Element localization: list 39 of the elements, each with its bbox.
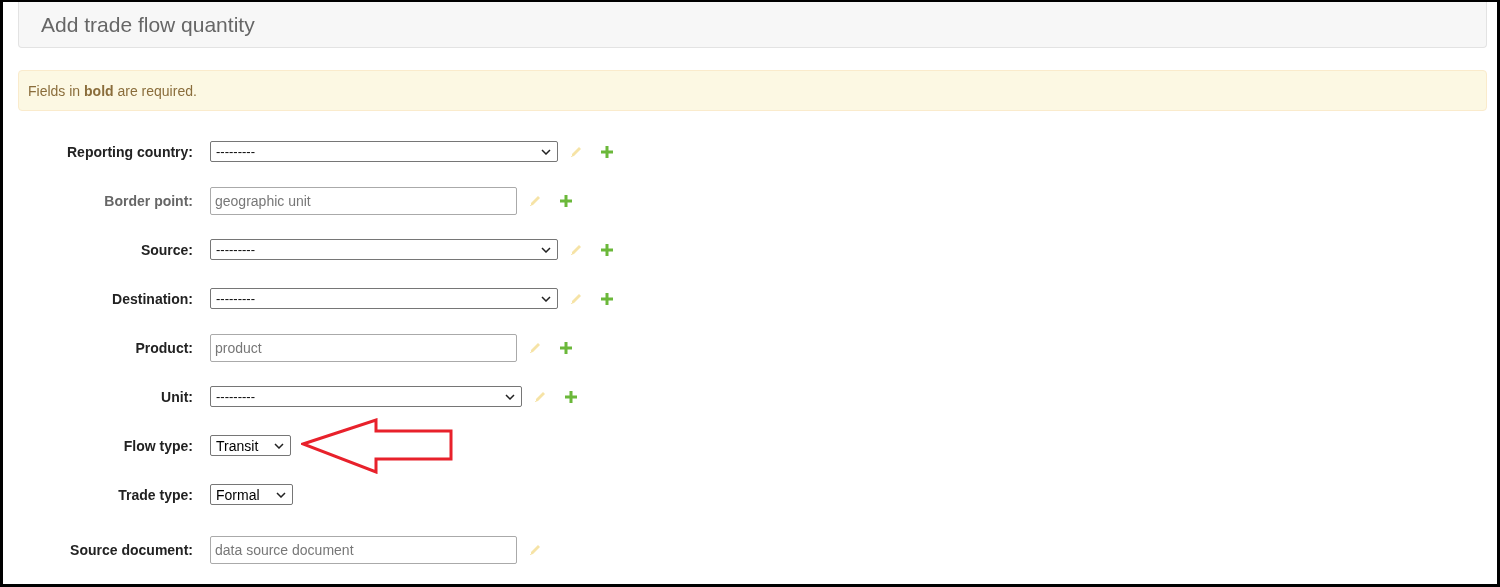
plus-icon[interactable] xyxy=(560,341,572,354)
dropdown[interactable]: --------- xyxy=(210,141,558,162)
field-label: Destination: xyxy=(111,290,193,307)
plus-icon[interactable] xyxy=(565,390,577,403)
input-field[interactable]: geographic unit xyxy=(210,186,517,215)
chevron-down-icon xyxy=(275,491,286,498)
input-field[interactable]: data source document xyxy=(210,535,517,564)
pencil-icon[interactable] xyxy=(534,390,547,403)
plus-icon[interactable] xyxy=(601,292,613,305)
panel-title: Add trade flow quantity xyxy=(41,12,255,37)
dropdown[interactable]: Transit xyxy=(210,435,292,456)
input-field[interactable]: product xyxy=(210,333,517,362)
pencil-icon[interactable] xyxy=(570,145,583,158)
field-label: Flow type: xyxy=(122,437,193,454)
pencil-icon[interactable] xyxy=(529,194,542,207)
dropdown[interactable]: --------- xyxy=(210,386,522,407)
field-label: Unit: xyxy=(160,388,193,405)
field-label: Reporting country: xyxy=(66,143,193,160)
pencil-icon[interactable] xyxy=(529,341,542,354)
field-label: Product: xyxy=(134,339,193,356)
chevron-down-icon xyxy=(541,246,551,253)
chevron-down-icon xyxy=(541,295,551,302)
field-label: Source document: xyxy=(69,541,193,558)
chevron-down-icon xyxy=(541,148,551,155)
plus-icon[interactable] xyxy=(601,243,613,256)
plus-icon[interactable] xyxy=(560,194,572,207)
dropdown[interactable]: --------- xyxy=(210,239,558,260)
dropdown[interactable]: --------- xyxy=(210,288,558,309)
notice-text: Fields in bold are required. xyxy=(28,82,197,99)
plus-icon[interactable] xyxy=(601,145,613,158)
pencil-icon[interactable] xyxy=(570,243,583,256)
pencil-icon[interactable] xyxy=(570,292,583,305)
field-label: Border point: xyxy=(103,192,193,209)
chevron-down-icon xyxy=(274,442,285,449)
field-label: Source: xyxy=(139,241,193,258)
pencil-icon[interactable] xyxy=(529,543,542,556)
field-label: Trade type: xyxy=(117,486,193,503)
chevron-down-icon xyxy=(505,393,515,400)
dropdown[interactable]: Formal xyxy=(210,484,293,505)
